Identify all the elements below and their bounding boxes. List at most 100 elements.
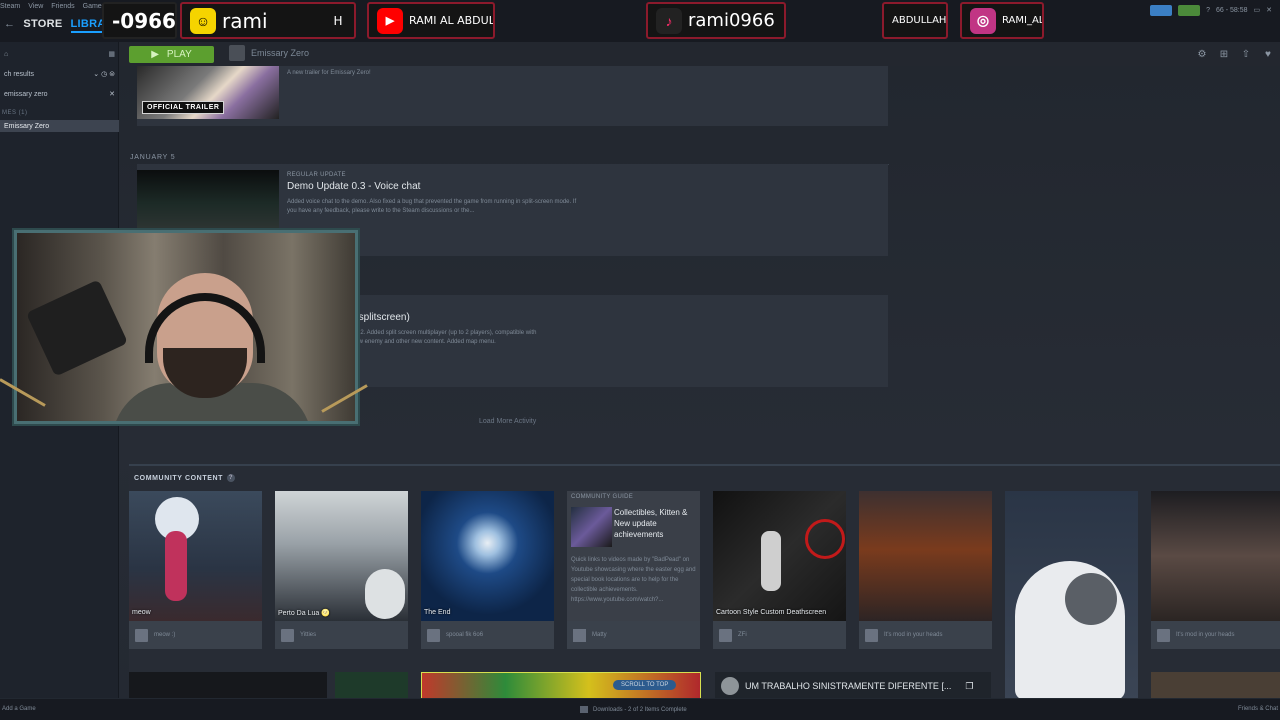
- downloads-status[interactable]: Downloads - 2 of 2 Items Complete: [580, 706, 687, 713]
- tile-author[interactable]: ZFi: [713, 621, 846, 649]
- tile-caption: The End: [424, 609, 451, 616]
- copy-icon[interactable]: ❐: [965, 681, 973, 692]
- community-tile[interactable]: It's mod in your heads: [859, 491, 992, 649]
- community-image[interactable]: [129, 491, 262, 621]
- tile-author[interactable]: meow :): [129, 621, 262, 649]
- community-guide-card[interactable]: COMMUNITY GUIDE Collectibles, Kitten & N…: [567, 491, 700, 649]
- community-tile-row2[interactable]: [335, 672, 408, 700]
- tiktok-icon: ♪: [656, 7, 682, 34]
- overlay-chip-handle: -0966: [102, 2, 177, 39]
- upload-icon[interactable]: ⇧: [1238, 46, 1254, 62]
- trailer-description: A new trailer for Emissary Zero!: [287, 70, 371, 76]
- friends-chat-button[interactable]: Friends & Chat: [1238, 706, 1278, 712]
- tile-author[interactable]: spooal fik 6o6: [421, 621, 554, 649]
- close-window-icon[interactable]: ✕: [1266, 6, 1272, 14]
- snapchat-icon: ☺: [190, 7, 216, 34]
- figure-shape: [165, 531, 187, 601]
- community-tile[interactable]: It's mod in your heads: [1151, 491, 1280, 649]
- avatar[interactable]: [1157, 628, 1170, 642]
- back-arrow-icon[interactable]: ←: [4, 18, 15, 33]
- broadcast-icon[interactable]: [1150, 4, 1173, 16]
- guide-thumbnail[interactable]: [571, 507, 612, 547]
- community-header: COMMUNITY CONTENT ?: [134, 474, 236, 482]
- chevron-down-icon[interactable]: ⌄ ◷ ⊜: [93, 70, 115, 78]
- sidebar-item-emissary-zero[interactable]: Emissary Zero: [0, 120, 119, 132]
- astronaut-shape: [761, 531, 781, 591]
- avatar[interactable]: [135, 628, 148, 642]
- grid-view-icon[interactable]: ▦: [108, 50, 115, 58]
- minimize-icon[interactable]: ▭: [1254, 6, 1261, 14]
- tile-author[interactable]: It's mod in your heads: [1151, 621, 1280, 649]
- play-button[interactable]: ▶ PLAY: [129, 46, 214, 63]
- trailer-card[interactable]: OFFICIAL TRAILER A new trailer for Emiss…: [137, 66, 888, 126]
- gear-icon[interactable]: ⚙: [1194, 46, 1210, 62]
- menu-bar: Steam View Friends Games H: [0, 3, 118, 10]
- community-tile-row2[interactable]: [129, 672, 327, 700]
- controller-icon[interactable]: ⊞: [1216, 46, 1232, 62]
- community-image[interactable]: [275, 491, 408, 621]
- tile-author[interactable]: Matty: [567, 621, 700, 649]
- overlay-chip-snapchat: ☺ rami H: [180, 2, 356, 39]
- avatar[interactable]: [281, 628, 294, 642]
- community-image[interactable]: [713, 491, 846, 621]
- scroll-to-top-button[interactable]: SCROLL TO TOP: [613, 680, 677, 690]
- sidebar-home[interactable]: ⌂ ▦: [0, 46, 119, 62]
- avatar[interactable]: [573, 628, 586, 642]
- add-game-button[interactable]: Add a Game: [2, 706, 36, 712]
- community-image[interactable]: [859, 491, 992, 621]
- community-image[interactable]: [1151, 491, 1280, 621]
- menu-steam[interactable]: Steam: [0, 3, 20, 10]
- home-icon: ⌂: [4, 50, 9, 58]
- search-results-filter[interactable]: ch results ⌄ ◷ ⊜: [0, 66, 119, 82]
- date-label: JANUARY 5: [130, 154, 176, 161]
- avatar[interactable]: [721, 677, 739, 695]
- download-icon: [580, 706, 588, 713]
- tab-store[interactable]: STORE: [23, 18, 62, 33]
- community-tile[interactable]: Perto Da Lua 🌝 Yitties: [275, 491, 408, 649]
- community-tile[interactable]: meow meow :): [129, 491, 262, 649]
- top-bar: Steam View Friends Games H ← STORE LIBRA…: [0, 0, 1280, 42]
- account-info[interactable]: 66 - 58:58: [1216, 7, 1248, 14]
- load-more-button[interactable]: Load More Activity: [479, 418, 536, 425]
- astronaut-shape: [365, 569, 405, 619]
- heart-icon[interactable]: ♥: [1260, 46, 1276, 62]
- guide-title[interactable]: Collectibles, Kitten & New update achiev…: [614, 507, 694, 540]
- games-section-header[interactable]: MES (1): [0, 110, 28, 116]
- update-description: on 0.2. Added split screen multiplayer (…: [347, 330, 537, 345]
- update-description: Added voice chat to the demo. Also fixed…: [287, 199, 577, 214]
- play-icon: ▶: [151, 49, 159, 60]
- tile-author[interactable]: Yitties: [275, 621, 408, 649]
- overlay-chip-instagram: ◎ RAMI_AL_A: [960, 2, 1044, 39]
- trailer-thumbnail[interactable]: OFFICIAL TRAILER: [137, 66, 279, 119]
- search-input[interactable]: emissary zero ✕: [0, 86, 119, 102]
- help-icon[interactable]: ?: [227, 474, 236, 482]
- community-tile[interactable]: [1005, 491, 1138, 700]
- clear-search-icon[interactable]: ✕: [109, 90, 115, 98]
- community-image[interactable]: [1005, 491, 1138, 700]
- community-tile[interactable]: The End spooal fik 6o6: [421, 491, 554, 649]
- menu-view[interactable]: View: [28, 3, 43, 10]
- community-tile-row2[interactable]: [1151, 672, 1280, 700]
- avatar[interactable]: [719, 628, 732, 642]
- update-thumbnail[interactable]: [137, 170, 279, 230]
- community-tile[interactable]: Cartoon Style Custom Deathscreen ZFi: [713, 491, 846, 649]
- guide-description: Quick links to videos made by "BadPead" …: [571, 557, 696, 603]
- tile-author[interactable]: It's mod in your heads: [859, 621, 992, 649]
- avatar[interactable]: [865, 628, 878, 642]
- avatar[interactable]: [427, 628, 440, 642]
- community-video-tile[interactable]: UM TRABALHO SINISTRAMENTE DIFERENTE [...…: [715, 672, 991, 700]
- menu-friends[interactable]: Friends: [51, 3, 74, 10]
- community-image[interactable]: [421, 491, 554, 621]
- video-title[interactable]: UM TRABALHO SINISTRAMENTE DIFERENTE [...: [745, 681, 951, 691]
- visor-shape: [1065, 573, 1117, 625]
- instagram-icon: ◎: [970, 7, 996, 34]
- notification-icon[interactable]: [1178, 4, 1201, 16]
- tile-caption: meow: [132, 609, 151, 616]
- webcam-overlay: [14, 230, 358, 424]
- official-trailer-badge: OFFICIAL TRAILER: [142, 101, 225, 114]
- game-header-bar: ▶ PLAY Emissary Zero ⚙ ⊞ ⇧ ♥: [119, 42, 1280, 66]
- help-icon[interactable]: ?: [1206, 7, 1210, 14]
- overlay-chip-twitter: ABDULLAH_66: [882, 2, 948, 39]
- update-title[interactable]: Demo Update 0.3 - Voice chat: [287, 181, 420, 192]
- steam-library-window: Steam View Friends Games H ← STORE LIBRA…: [0, 0, 1280, 720]
